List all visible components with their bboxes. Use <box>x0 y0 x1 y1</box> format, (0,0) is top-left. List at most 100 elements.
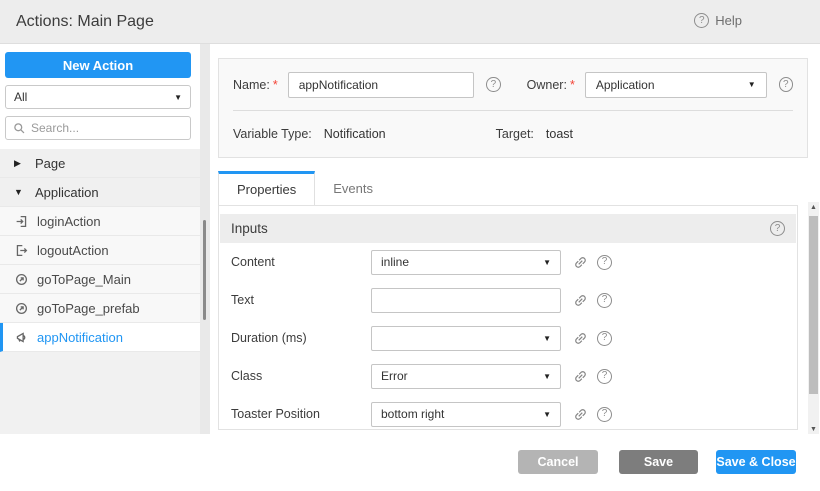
required-marker: * <box>273 78 278 92</box>
class-help-icon[interactable]: ? <box>597 369 612 384</box>
owner-help-icon[interactable]: ? <box>779 77 793 92</box>
content-help-icon[interactable]: ? <box>597 255 612 270</box>
actions-sidebar: New Action All ▼ ▶ Page ▼ Application <box>0 44 200 434</box>
properties-scrollbar-thumb[interactable] <box>809 216 818 394</box>
caret-right-icon[interactable]: ▶ <box>14 158 26 169</box>
login-icon <box>14 214 28 228</box>
name-label: Name: <box>233 78 270 92</box>
tab-properties[interactable]: Properties <box>218 171 315 205</box>
required-marker: * <box>570 78 575 92</box>
new-action-button[interactable]: New Action <box>5 52 191 78</box>
text-help-icon[interactable]: ? <box>597 293 612 308</box>
search-input[interactable] <box>31 121 184 135</box>
property-label: Toaster Position <box>231 407 371 421</box>
tree-item-app-notification[interactable]: appNotification <box>0 323 200 352</box>
variable-type-label: Variable Type: <box>233 127 312 141</box>
save-button[interactable]: Save <box>619 450 698 474</box>
tree-item-login-action[interactable]: loginAction <box>0 207 200 236</box>
chevron-down-icon: ▼ <box>543 372 551 381</box>
actions-dialog: Actions: Main Page ? Help New Action All… <box>0 0 820 491</box>
chevron-down-icon: ▼ <box>543 334 551 343</box>
bind-link-icon[interactable] <box>573 369 588 384</box>
target-label: Target: <box>496 127 534 141</box>
owner-select[interactable]: Application ▼ <box>585 72 767 98</box>
dialog-header: Actions: Main Page ? Help <box>0 0 820 44</box>
cancel-button[interactable]: Cancel <box>518 450 598 474</box>
tree-item-label: goToPage_Main <box>37 272 131 287</box>
target-value: toast <box>546 127 573 141</box>
name-input[interactable] <box>288 72 475 98</box>
goto-page-icon <box>14 301 28 315</box>
sidebar-empty-area <box>0 352 200 434</box>
dialog-footer: Cancel Save Save & Close <box>0 434 820 491</box>
action-search[interactable] <box>5 116 191 140</box>
type-target-row: Variable Type: Notification Target: toas… <box>233 111 793 157</box>
content-selected-value: inline <box>381 255 409 269</box>
owner-selected-value: Application <box>596 78 655 92</box>
toaster-position-selected-value: bottom right <box>381 407 444 421</box>
variable-type-value: Notification <box>324 127 386 141</box>
text-input[interactable] <box>371 288 561 313</box>
chevron-down-icon: ▼ <box>748 80 756 89</box>
bind-link-icon[interactable] <box>573 331 588 346</box>
class-selected-value: Error <box>381 369 408 383</box>
tree-item-label: loginAction <box>37 214 101 229</box>
properties-panel: Inputs ? Content inline ▼ ? Text <box>218 205 798 430</box>
inputs-help-icon[interactable]: ? <box>770 221 785 236</box>
tree-group-label: Page <box>35 156 65 171</box>
help-button[interactable]: ? Help <box>694 13 742 28</box>
filter-selected-value: All <box>14 90 27 104</box>
actions-tree: ▶ Page ▼ Application loginAction logoutA… <box>0 149 200 352</box>
action-filter-select[interactable]: All ▼ <box>5 85 191 109</box>
tab-events[interactable]: Events <box>315 171 391 205</box>
toaster-position-help-icon[interactable]: ? <box>597 407 612 422</box>
duration-help-icon[interactable]: ? <box>597 331 612 346</box>
sidebar-scrollbar[interactable] <box>200 44 210 434</box>
inputs-rows: Content inline ▼ ? Text <box>219 243 797 430</box>
chevron-down-icon: ▼ <box>174 93 182 102</box>
property-label: Text <box>231 293 371 307</box>
scroll-up-icon[interactable]: ▲ <box>808 202 819 214</box>
tree-item-label: logoutAction <box>37 243 109 258</box>
tree-item-gotopage-prefab[interactable]: goToPage_prefab <box>0 294 200 323</box>
duration-select[interactable]: ▼ <box>371 326 561 351</box>
property-label: Content <box>231 255 371 269</box>
bind-link-icon[interactable] <box>573 293 588 308</box>
chevron-down-icon: ▼ <box>543 410 551 419</box>
tree-group-label: Application <box>35 185 99 200</box>
inputs-section-header: Inputs ? <box>220 214 796 243</box>
name-owner-row: Name: * ? Owner: * Application ▼ ? <box>233 59 793 111</box>
property-row-content: Content inline ▼ ? <box>219 243 797 281</box>
sidebar-scrollbar-thumb[interactable] <box>203 220 206 320</box>
action-detail-panel: Name: * ? Owner: * Application ▼ ? Varia… <box>210 44 820 491</box>
inputs-section-title: Inputs <box>231 221 268 236</box>
help-icon[interactable]: ? <box>694 13 709 28</box>
goto-page-icon <box>14 272 28 286</box>
detail-tabs: Properties Events <box>218 171 391 205</box>
tree-item-gotopage-main[interactable]: goToPage_Main <box>0 265 200 294</box>
page-title: Actions: Main Page <box>16 13 154 31</box>
class-select[interactable]: Error ▼ <box>371 364 561 389</box>
property-label: Duration (ms) <box>231 331 371 345</box>
property-label: Class <box>231 369 371 383</box>
toaster-position-select[interactable]: bottom right ▼ <box>371 402 561 427</box>
tree-group-application[interactable]: ▼ Application <box>0 178 200 207</box>
help-label: Help <box>715 13 742 28</box>
property-row-class: Class Error ▼ ? <box>219 357 797 395</box>
tree-item-label: goToPage_prefab <box>37 301 140 316</box>
action-summary-panel: Name: * ? Owner: * Application ▼ ? Varia… <box>218 58 808 158</box>
property-row-duration: Duration (ms) ▼ ? <box>219 319 797 357</box>
chevron-down-icon: ▼ <box>543 258 551 267</box>
properties-scrollbar[interactable]: ▲ ▼ <box>808 202 819 436</box>
caret-down-icon[interactable]: ▼ <box>14 187 26 197</box>
tree-group-page[interactable]: ▶ Page <box>0 149 200 178</box>
tree-item-logout-action[interactable]: logoutAction <box>0 236 200 265</box>
bind-link-icon[interactable] <box>573 407 588 422</box>
content-select[interactable]: inline ▼ <box>371 250 561 275</box>
name-help-icon[interactable]: ? <box>486 77 500 92</box>
bind-link-icon[interactable] <box>573 255 588 270</box>
logout-icon <box>14 243 28 257</box>
save-and-close-button[interactable]: Save & Close <box>716 450 796 474</box>
owner-label: Owner: <box>527 78 567 92</box>
property-row-toaster-position: Toaster Position bottom right ▼ ? <box>219 395 797 430</box>
